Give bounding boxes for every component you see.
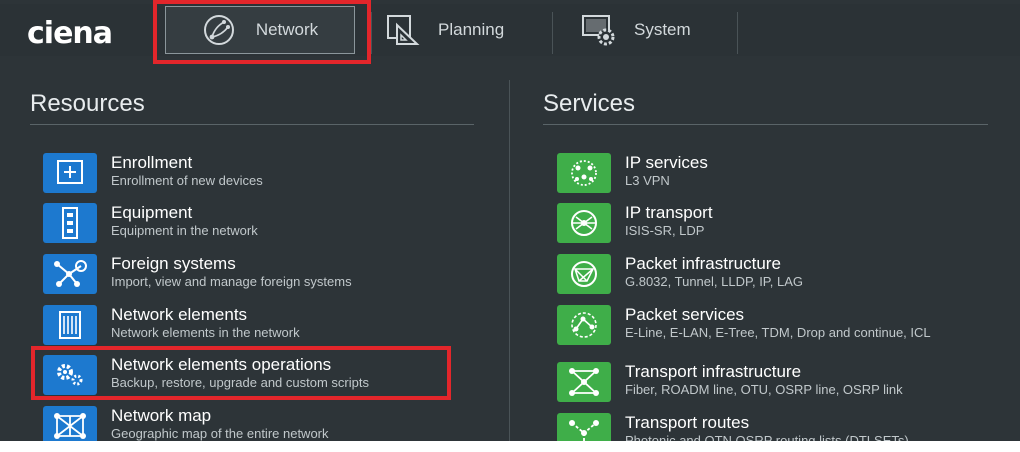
tab-system-label: System: [634, 20, 691, 39]
tab-divider: [737, 12, 738, 54]
network-element-icon: [59, 311, 81, 339]
service-item-ip-transport[interactable]: IP transport ISIS-SR, LDP: [557, 203, 977, 245]
network-elements-operations-tile: [43, 355, 97, 395]
packet-infrastructure-icon: [571, 261, 597, 287]
transport-routes-title: Transport routes: [625, 413, 750, 432]
service-item-packet-services[interactable]: Packet services E-Line, E-LAN, E-Tree, T…: [557, 305, 977, 347]
resource-item-enrollment[interactable]: Enrollment Enrollment of new devices: [43, 153, 463, 195]
transport-routes-icon: [569, 420, 599, 441]
transport-infrastructure-tile: [557, 362, 611, 402]
system-gear-icon: [582, 15, 615, 46]
foreign-systems-tile: [43, 254, 97, 294]
service-item-transport-routes[interactable]: Transport routes Photonic and OTN OSRP r…: [557, 413, 977, 441]
network-map-subtitle: Geographic map of the entire network: [111, 426, 329, 441]
network-elements-operations-title: Network elements operations: [111, 355, 332, 374]
resources-heading: Resources: [30, 90, 145, 117]
resource-item-foreign-systems[interactable]: Foreign systems Import, view and manage …: [43, 254, 463, 296]
equipment-title: Equipment: [111, 203, 193, 222]
ip-services-title: IP services: [625, 153, 708, 172]
tab-planning-label: Planning: [438, 20, 505, 39]
enrollment-subtitle: Enrollment of new devices: [111, 173, 263, 188]
ip-transport-subtitle: ISIS-SR, LDP: [625, 223, 705, 238]
ip-services-icon: [571, 160, 597, 186]
equipment-subtitle: Equipment in the network: [111, 223, 258, 238]
resource-item-network-elements-operations[interactable]: Network elements operations Backup, rest…: [43, 355, 443, 397]
enrollment-title: Enrollment: [111, 153, 193, 172]
top-nav-bar: ciena Network Planning System: [0, 4, 1020, 56]
packet-services-icon: [571, 312, 597, 338]
ip-transport-title: IP transport: [625, 203, 713, 222]
network-elements-subtitle: Network elements in the network: [111, 325, 300, 340]
network-elements-title: Network elements: [111, 305, 248, 324]
network-globe-icon: [203, 15, 234, 45]
network-map-icon: [54, 413, 86, 439]
ip-services-tile: [557, 153, 611, 193]
packet-services-tile: [557, 305, 611, 345]
foreign-systems-subtitle: Import, view and manage foreign systems: [111, 274, 352, 289]
resource-item-network-map[interactable]: Network map Geographic map of the entire…: [43, 406, 463, 441]
resource-item-network-elements[interactable]: Network elements Network elements in the…: [43, 305, 463, 347]
ip-transport-tile: [557, 203, 611, 243]
services-rule: [543, 124, 988, 125]
tab-network-label: Network: [255, 20, 319, 39]
resource-item-equipment[interactable]: Equipment Equipment in the network: [43, 203, 463, 245]
equipment-icon: [62, 207, 78, 239]
planning-ruler-icon: [387, 15, 420, 45]
column-divider: [509, 80, 510, 441]
equipment-tile: [43, 203, 97, 243]
packet-services-subtitle: E-Line, E-LAN, E-Tree, TDM, Drop and con…: [625, 325, 931, 340]
tab-system[interactable]: System: [582, 4, 691, 56]
tab-divider: [552, 12, 553, 54]
transport-infrastructure-icon: [569, 368, 599, 396]
packet-services-title: Packet services: [625, 305, 745, 324]
transport-routes-tile: [557, 413, 611, 441]
service-item-transport-infrastructure[interactable]: Transport infrastructure Fiber, ROADM li…: [557, 362, 977, 404]
app-window: ciena Network Planning System Resources …: [0, 0, 1020, 441]
foreign-systems-icon: [54, 260, 87, 287]
transport-infrastructure-title: Transport infrastructure: [625, 362, 802, 381]
enrollment-tile: [43, 153, 97, 193]
packet-infrastructure-tile: [557, 254, 611, 294]
services-heading: Services: [543, 90, 636, 117]
service-item-packet-infrastructure[interactable]: Packet infrastructure G.8032, Tunnel, LL…: [557, 254, 977, 296]
network-elements-operations-subtitle: Backup, restore, upgrade and custom scri…: [111, 375, 369, 390]
tab-planning[interactable]: Planning: [386, 4, 504, 56]
service-item-ip-services[interactable]: IP services L3 VPN: [557, 153, 977, 195]
foreign-systems-title: Foreign systems: [111, 254, 236, 273]
packet-infrastructure-title: Packet infrastructure: [625, 254, 781, 273]
tab-network[interactable]: Network: [165, 6, 355, 54]
tab-divider: [371, 12, 372, 54]
packet-infrastructure-subtitle: G.8032, Tunnel, LLDP, IP, LAG: [625, 274, 804, 289]
plus-icon: [57, 160, 83, 184]
ciena-logo: ciena: [27, 16, 113, 51]
transport-routes-subtitle: Photonic and OTN OSRP routing lists (DTL…: [625, 433, 909, 441]
resources-rule: [30, 124, 474, 125]
ip-transport-icon: [571, 210, 597, 236]
network-map-title: Network map: [111, 406, 212, 425]
ip-services-subtitle: L3 VPN: [625, 173, 670, 188]
transport-infrastructure-subtitle: Fiber, ROADM line, OTU, OSRP line, OSRP …: [625, 382, 903, 397]
network-map-tile: [43, 406, 97, 441]
network-elements-tile: [43, 305, 97, 345]
gears-icon: [57, 364, 83, 386]
